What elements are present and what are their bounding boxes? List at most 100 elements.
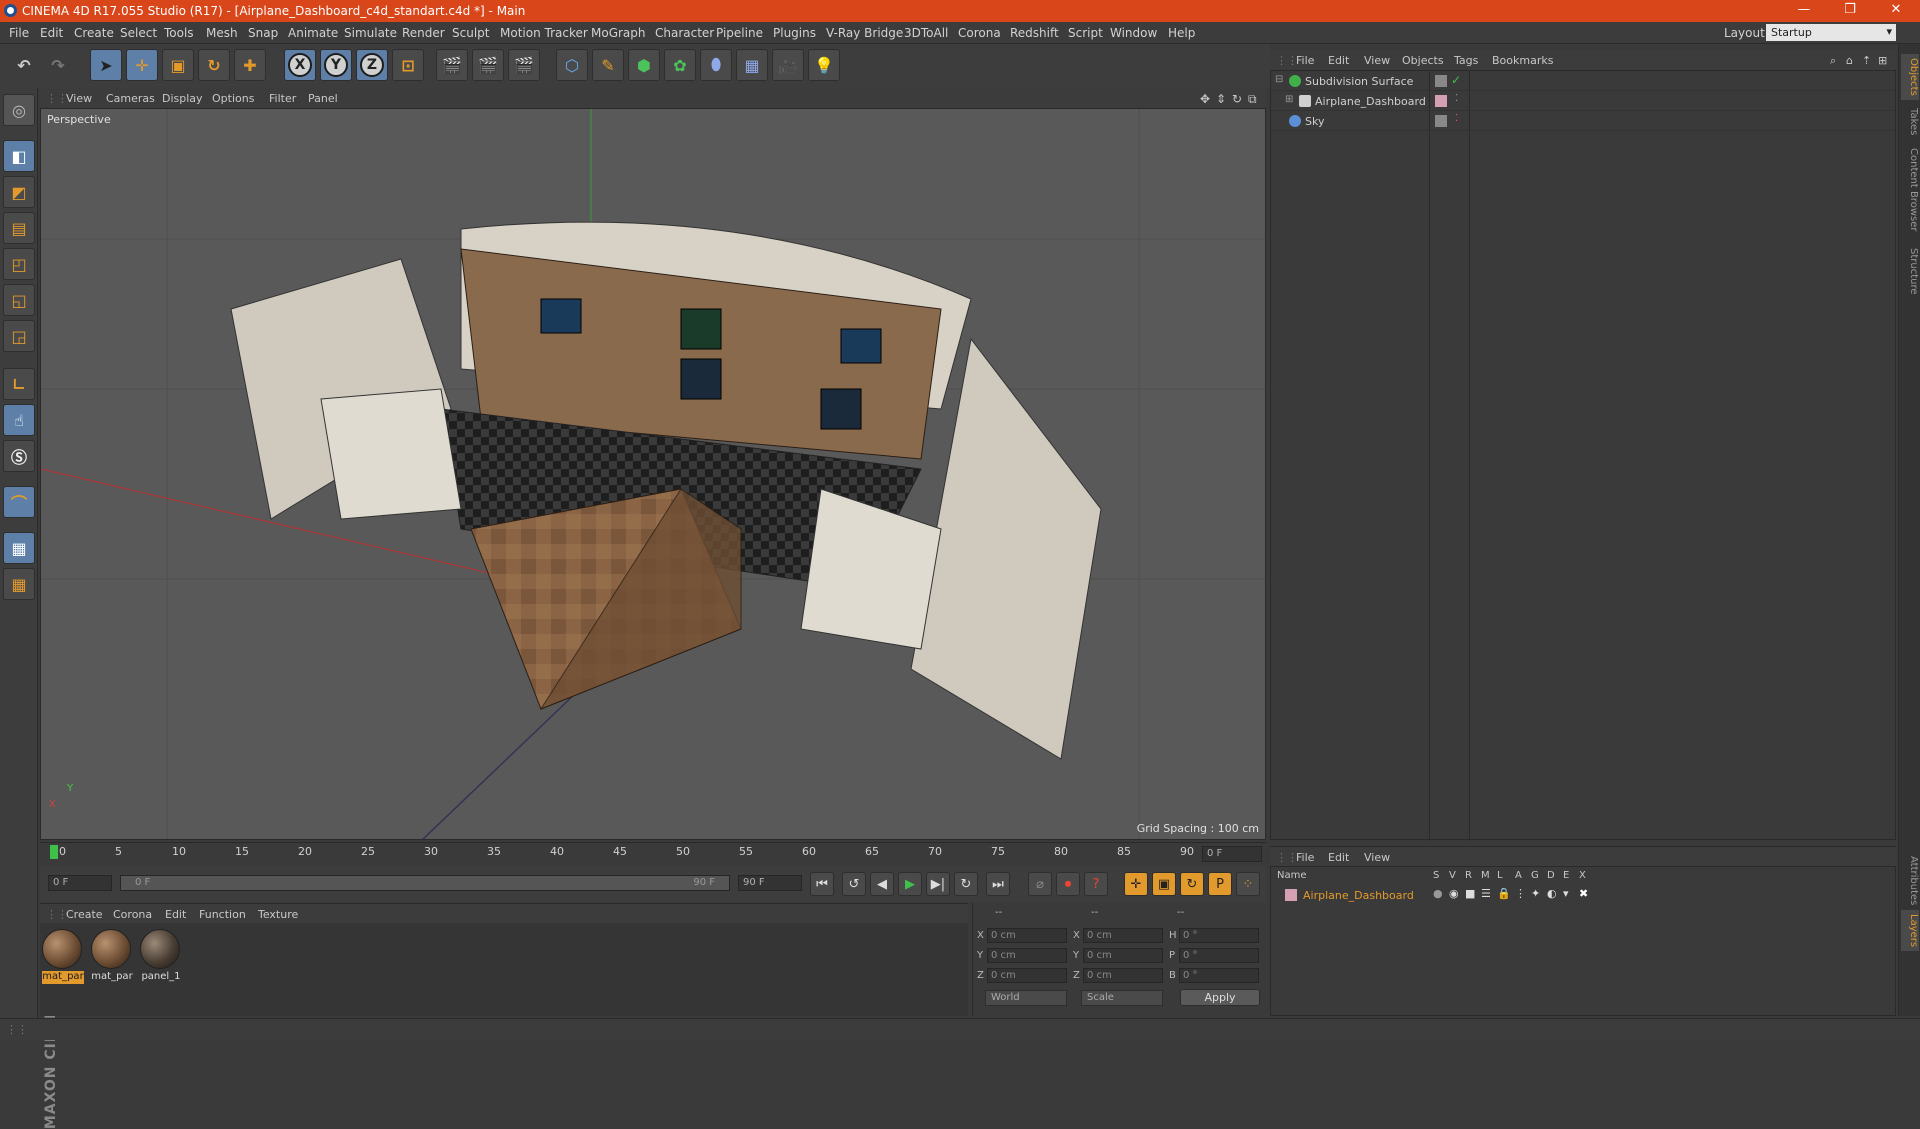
menu-file[interactable]: File [9,26,29,40]
animation-icon[interactable]: ⋮ [1515,887,1526,900]
menu-sculpt[interactable]: Sculpt [452,26,489,40]
move-tool-icon[interactable]: ✛ [126,49,158,81]
manager-icon[interactable]: ☰ [1481,887,1491,900]
viewport-move-icon[interactable]: ✥ [1200,92,1210,106]
material-menu-edit[interactable]: Edit [165,908,186,921]
preview-range-slider[interactable]: 0 F 90 F [120,875,730,891]
rotation-h-field[interactable]: 0 ° [1179,928,1259,943]
rotation-p-field[interactable]: 0 ° [1179,948,1259,963]
previous-key-icon[interactable]: ↺ [842,872,866,896]
menu-mesh[interactable]: Mesh [206,26,238,40]
key-position-icon[interactable]: ✛ [1124,872,1148,896]
tab-objects[interactable]: Objects [1901,54,1919,100]
solo-dot-icon[interactable]: ● [1433,887,1443,900]
points-mode-icon[interactable]: ◰ [3,248,35,280]
lock-workplane-icon[interactable]: ▦ [3,532,35,564]
tab-content-browser[interactable]: Content Browser [1901,144,1919,235]
minimize-button[interactable]: — [1784,2,1824,20]
object-menu-edit[interactable]: Edit [1328,54,1349,67]
selection-tool-icon[interactable]: ➤ [90,49,122,81]
go-to-start-icon[interactable]: ⏮ [810,872,834,896]
spline-pen-icon[interactable]: ✎ [592,49,624,81]
home-icon[interactable]: ⌂ [1846,54,1853,67]
object-name[interactable]: Sky [1305,115,1324,128]
restore-button[interactable]: ❐ [1830,2,1870,20]
deformer-icon[interactable]: ◐ [1547,887,1557,900]
menu-motion-tracker[interactable]: Motion Tracker [500,26,588,40]
snap-icon[interactable]: ⌒ [3,486,35,518]
key-scale-icon[interactable]: ▣ [1152,872,1176,896]
camera-icon[interactable]: 🎥 [772,49,804,81]
menu-mograph[interactable]: MoGraph [591,26,646,40]
scale-tool-icon[interactable]: ▣ [162,49,194,81]
generator-icon[interactable]: ✦ [1531,887,1540,900]
rotate-tool-icon[interactable]: ↻ [198,49,230,81]
visibility-dots-icon[interactable]: ⁚ [1455,113,1458,124]
menu-plugins[interactable]: Plugins [773,26,816,40]
cloner-icon[interactable]: ✿ [664,49,696,81]
light-icon[interactable]: 💡 [808,49,840,81]
menu-pipeline[interactable]: Pipeline [716,26,763,40]
position-x-field[interactable]: 0 cm [987,928,1067,943]
end-frame-field[interactable]: 90 F [738,875,802,891]
tab-takes[interactable]: Takes [1901,104,1919,139]
play-icon[interactable]: ▶ [898,872,922,896]
edit-render-settings-icon[interactable]: 🎬 [508,49,540,81]
position-z-field[interactable]: 0 cm [987,968,1067,983]
workplane-mode-icon[interactable]: ▤ [3,212,35,244]
menu-vray-bridge[interactable]: V-Ray Bridge [826,26,903,40]
menu-animate[interactable]: Animate [288,26,338,40]
current-frame-field[interactable]: 0 F [1202,846,1262,862]
render-icon[interactable]: ■ [1465,887,1475,900]
motion-path-icon[interactable]: ⌀ [1028,872,1052,896]
autokey-icon[interactable]: ? [1084,872,1108,896]
z-axis-lock-button[interactable]: Z [356,49,388,81]
layout-dropdown[interactable]: Startup ▾ [1766,24,1896,41]
object-menu-view[interactable]: View [1364,54,1390,67]
layer-name[interactable]: Airplane_Dashboard [1303,889,1414,902]
layer-menu-edit[interactable]: Edit [1328,851,1349,864]
menu-create[interactable]: Create [74,26,114,40]
deformer-icon[interactable]: ⬮ [700,49,732,81]
key-rotation-icon[interactable]: ↻ [1180,872,1204,896]
xref-icon[interactable]: ✖ [1579,887,1588,900]
editor-visibility-icon[interactable] [1435,115,1447,127]
viewport-menu-filter[interactable]: Filter [269,92,296,105]
viewport-menu-view[interactable]: View [66,92,92,105]
menu-help[interactable]: Help [1168,26,1195,40]
tweak-mode-icon[interactable]: ☝ [3,404,35,436]
tab-layers[interactable]: Layers [1901,910,1919,952]
size-mode-dropdown[interactable]: Scale [1081,990,1163,1006]
menu-3dtoall[interactable]: 3DToAll [904,26,948,40]
menu-edit[interactable]: Edit [40,26,63,40]
size-x-field[interactable]: 0 cm [1083,928,1163,943]
coordinate-mode-dropdown[interactable]: World [985,990,1067,1006]
menu-redshift[interactable]: Redshift [1010,26,1059,40]
viewport-menu-panel[interactable]: Panel [308,92,338,105]
coordinate-system-icon[interactable]: ⊡ [392,49,424,81]
render-picture-viewer-icon[interactable]: 🎬 [472,49,504,81]
object-menu-bookmarks[interactable]: Bookmarks [1492,54,1553,67]
menu-corona[interactable]: Corona [958,26,1001,40]
perspective-viewport[interactable]: Perspective Grid Spacing : 100 cm Y X [40,108,1266,840]
solo-mode-icon[interactable]: Ⓢ [3,440,35,472]
subdivision-surface-icon[interactable]: ⬢ [628,49,660,81]
go-to-end-icon[interactable]: ⏭ [986,872,1010,896]
lock-icon[interactable]: 🔒 [1497,887,1511,900]
render-view-icon[interactable]: 🎬 [436,49,468,81]
material-menu-create[interactable]: Create [66,908,103,921]
live-selection-icon[interactable]: ✚ [234,49,266,81]
tab-attributes[interactable]: Attributes [1901,852,1919,909]
layer-row[interactable]: Airplane_Dashboard ● ◉ ■ ☰ 🔒 ⋮ ✦ ◐ ▾ ✖ [1271,885,1895,905]
visibility-dots-icon[interactable]: ⁚ [1455,93,1458,104]
layer-color-icon[interactable] [1285,889,1297,901]
next-key-icon[interactable]: ↻ [954,872,978,896]
object-row[interactable]: Sky ⁚ [1271,111,1895,131]
axis-mode-icon[interactable]: ∟ [3,368,35,400]
close-button[interactable]: ✕ [1876,2,1916,20]
start-frame-field[interactable]: 0 F [48,875,112,891]
material-menu-texture[interactable]: Texture [258,908,298,921]
object-name[interactable]: Airplane_Dashboard [1315,95,1426,108]
viewport-menu-cameras[interactable]: Cameras [106,92,155,105]
previous-frame-icon[interactable]: ◀ [870,872,894,896]
